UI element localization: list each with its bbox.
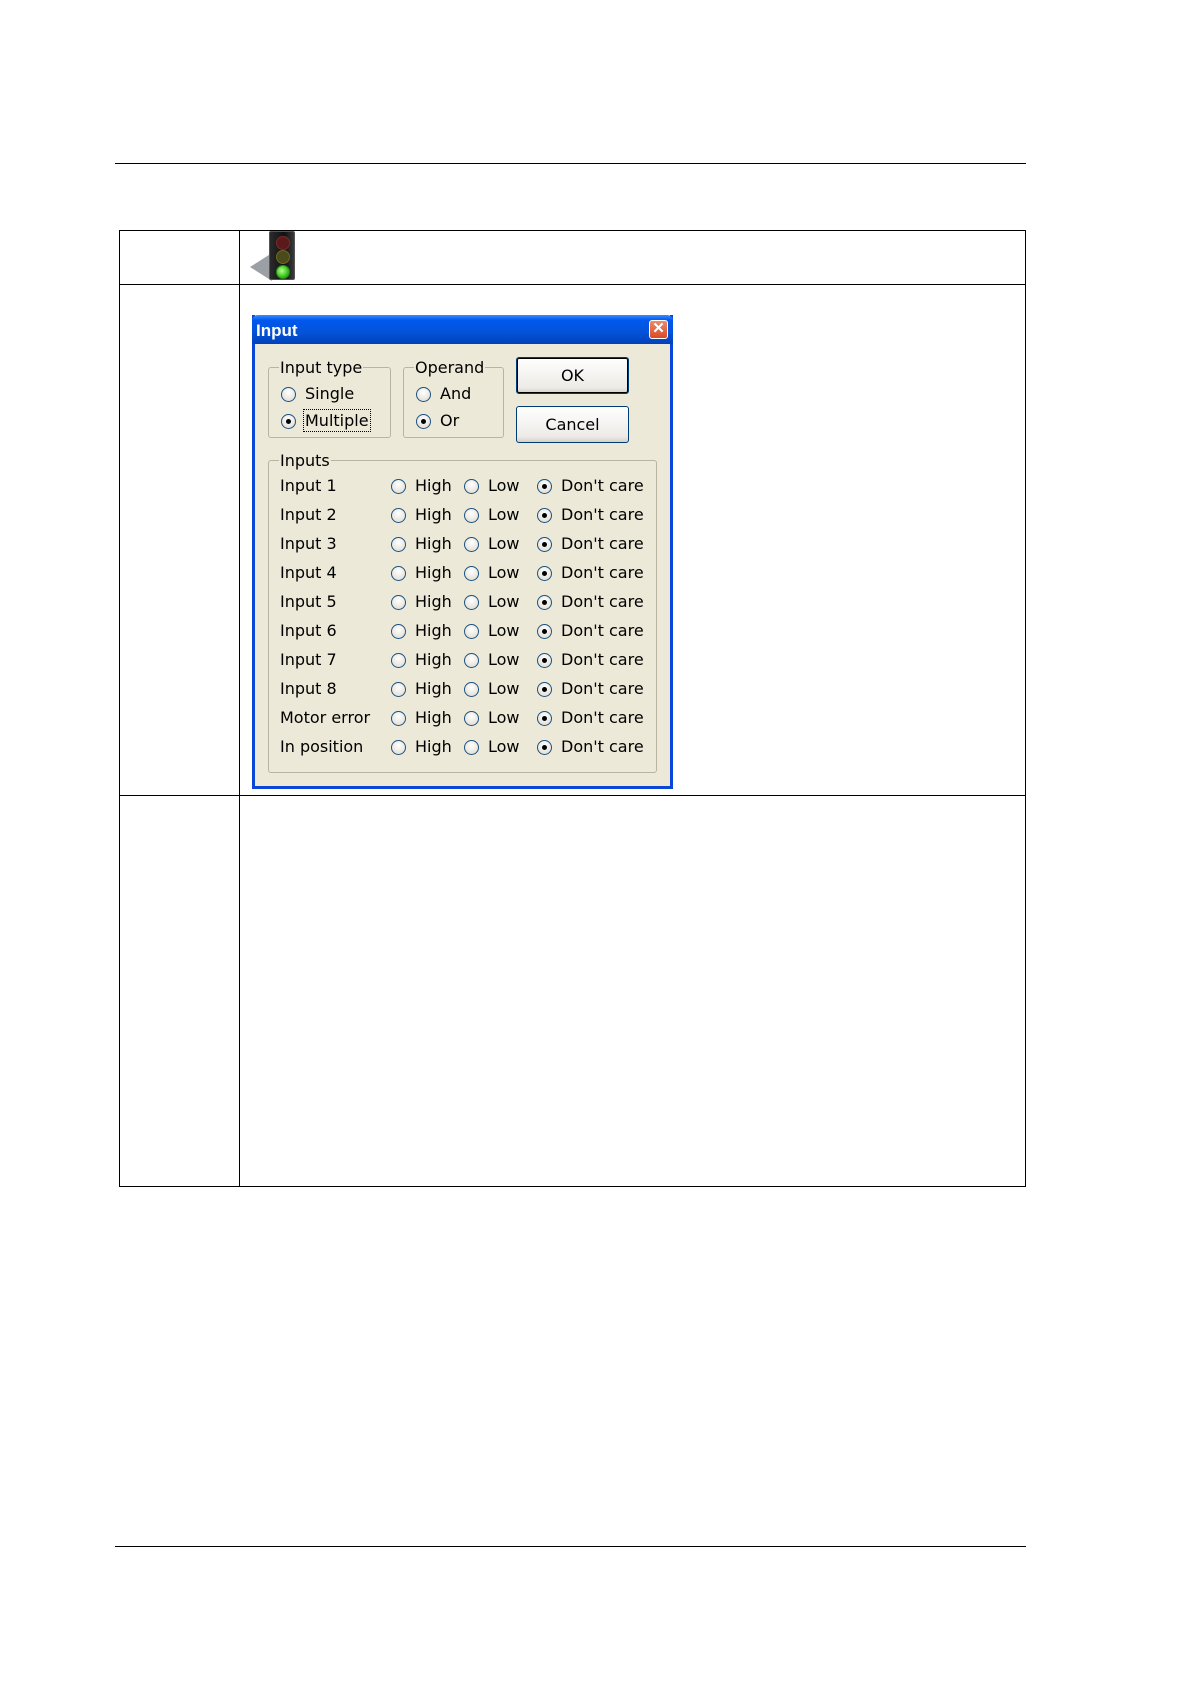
input-row-low-label: Low [488,679,520,698]
input-type-group: Input type Single Multiple [268,358,391,438]
input-row-high-radio[interactable] [391,595,406,610]
table-row-divider [120,795,1025,796]
input-row-dont-care-label: Don't care [561,621,644,640]
input-row-low-radio[interactable] [464,711,479,726]
input-row-high-label: High [415,650,452,669]
dialog-titlebar[interactable]: Input ✕ [252,315,673,344]
input-row-low-radio[interactable] [464,566,479,581]
input-row-dont-care-label: Don't care [561,505,644,524]
input-row-low-label: Low [488,563,520,582]
input-row-name: Input 8 [280,679,337,698]
input-row-dont-care-label: Don't care [561,737,644,756]
input-row-name: Input 3 [280,534,337,553]
input-row-name: Motor error [280,708,371,727]
header-rule [115,163,1026,164]
inputs-label: Inputs [279,451,331,470]
input-row-high-label: High [415,476,452,495]
input-row-low-label: Low [488,708,520,727]
input-row-dont-care-radio[interactable] [537,682,552,697]
input-row-high-radio[interactable] [391,624,406,639]
input-row-high-radio[interactable] [391,566,406,581]
dialog-title: Input [256,321,298,340]
input-row-dont-care-radio[interactable] [537,711,552,726]
input-row-low-radio[interactable] [464,740,479,755]
input-row-low-label: Low [488,737,520,756]
input-row-name: Input 6 [280,621,337,640]
document-table: Input ✕ Input type Single Multiple Opera… [119,230,1026,1187]
input-row-high-radio[interactable] [391,537,406,552]
input-row-dont-care-label: Don't care [561,708,644,727]
input-row-dont-care-label: Don't care [561,679,644,698]
input-type-multiple-label: Multiple [303,409,371,432]
input-row-low-radio[interactable] [464,537,479,552]
input-row-high-label: High [415,563,452,582]
input-row-dont-care-label: Don't care [561,592,644,611]
input-row-low-radio[interactable] [464,624,479,639]
input-row-name: Input 1 [280,476,337,495]
operand-and-radio[interactable] [416,387,431,402]
input-row-low-label: Low [488,534,520,553]
operand-and-label: And [440,384,472,403]
input-row-name: Input 4 [280,563,337,582]
input-row-high-radio[interactable] [391,740,406,755]
input-type-multiple-radio[interactable] [281,414,296,429]
input-row-dont-care-radio[interactable] [537,537,552,552]
input-row-high-label: High [415,621,452,640]
input-row-high-label: High [415,679,452,698]
input-row-high-radio[interactable] [391,653,406,668]
input-row-name: In position [280,737,364,756]
input-row-low-label: Low [488,621,520,640]
input-row-low-label: Low [488,476,520,495]
table-column-divider [239,231,240,1186]
input-row-high-label: High [415,592,452,611]
operand-or-label: Or [440,411,460,430]
input-row-dont-care-radio[interactable] [537,595,552,610]
input-row-dont-care-radio[interactable] [537,479,552,494]
input-row-high-label: High [415,534,452,553]
input-dialog: Input ✕ Input type Single Multiple Opera… [252,315,673,789]
input-row-dont-care-radio[interactable] [537,653,552,668]
table-row-divider [120,284,1025,285]
footer-rule [115,1546,1026,1547]
input-type-single-radio[interactable] [281,387,296,402]
input-row-low-radio[interactable] [464,595,479,610]
input-row-high-radio[interactable] [391,682,406,697]
input-row-high-radio[interactable] [391,711,406,726]
input-row-dont-care-label: Don't care [561,650,644,669]
input-row-low-label: Low [488,650,520,669]
close-icon[interactable]: ✕ [649,320,668,339]
input-row-low-radio[interactable] [464,479,479,494]
input-row-dont-care-radio[interactable] [537,508,552,523]
traffic-light-icon [250,231,310,283]
cancel-button[interactable]: Cancel [516,406,629,443]
input-row-name: Input 2 [280,505,337,524]
input-row-low-radio[interactable] [464,653,479,668]
ok-button[interactable]: OK [516,357,629,394]
operand-or-radio[interactable] [416,414,431,429]
input-row-low-label: Low [488,505,520,524]
inputs-group: Inputs Input 1 High Low Don't care Input 2 Hi… [268,451,657,773]
input-type-label: Input type [279,358,364,377]
input-row-low-label: Low [488,592,520,611]
input-row-low-radio[interactable] [464,682,479,697]
input-row-high-label: High [415,708,452,727]
input-row-dont-care-label: Don't care [561,563,644,582]
input-row-dont-care-radio[interactable] [537,566,552,581]
input-row-high-label: High [415,505,452,524]
input-row-name: Input 7 [280,650,337,669]
input-row-high-label: High [415,737,452,756]
operand-group: Operand And Or [403,358,504,438]
input-row-dont-care-label: Don't care [561,476,644,495]
input-row-dont-care-radio[interactable] [537,624,552,639]
input-type-single-label: Single [305,384,355,403]
operand-label: Operand [414,358,486,377]
input-row-high-radio[interactable] [391,479,406,494]
input-row-dont-care-label: Don't care [561,534,644,553]
input-row-low-radio[interactable] [464,508,479,523]
input-row-name: Input 5 [280,592,337,611]
input-row-dont-care-radio[interactable] [537,740,552,755]
input-row-high-radio[interactable] [391,508,406,523]
